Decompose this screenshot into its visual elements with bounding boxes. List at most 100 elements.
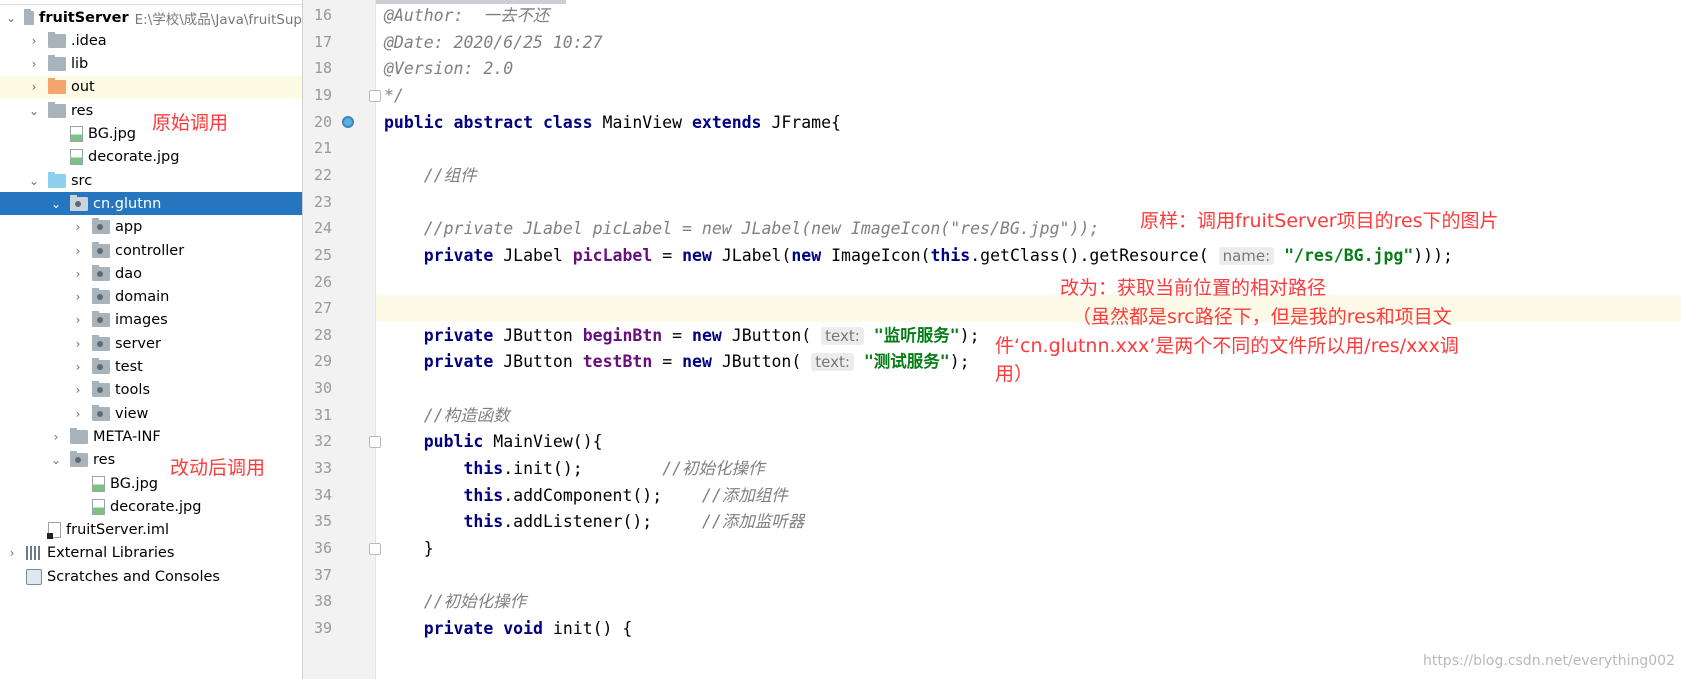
code-line[interactable] <box>376 562 1681 589</box>
code-line[interactable]: public MainView(){ <box>376 428 1681 455</box>
code-line[interactable]: //构造函数 <box>376 402 1681 429</box>
tree-item[interactable]: › out <box>0 75 302 99</box>
keyword: private <box>423 245 504 265</box>
tree-item[interactable]: › images <box>0 309 302 332</box>
folder-icon <box>70 427 88 444</box>
tree-item[interactable]: › tools <box>0 379 302 402</box>
tree-item[interactable]: › External Libraries <box>0 542 302 565</box>
chevron-down-icon[interactable]: ⌄ <box>28 104 40 118</box>
code-token: MainView(){ <box>493 432 603 452</box>
line-number: 22 <box>313 165 333 184</box>
iml-file-icon <box>47 522 61 540</box>
tree-item[interactable]: › controller <box>0 239 302 262</box>
chevron-right-icon[interactable]: › <box>28 80 40 94</box>
tree-item[interactable]: › domain <box>0 286 302 309</box>
code-line[interactable]: public abstract class MainView extends J… <box>376 109 1681 136</box>
code-line[interactable]: //组件 <box>376 162 1681 189</box>
code-line[interactable] <box>376 295 1681 323</box>
library-icon <box>26 546 42 561</box>
line-number: 23 <box>313 192 333 211</box>
code-token: = <box>652 352 683 372</box>
chevron-right-icon[interactable]: › <box>72 244 84 258</box>
code-line[interactable]: private void init() { <box>376 615 1681 642</box>
line-number: 18 <box>313 59 333 78</box>
chevron-right-icon[interactable]: › <box>72 290 84 304</box>
code-token: .addComponent(); <box>503 485 702 505</box>
code-line[interactable]: @Date: 2020/6/25 10:27 <box>376 29 1681 56</box>
annotation-note-line3: 件‘cn.glutnn.xxx’是两个不同的文件所以用/res/xxx调 <box>995 335 1459 357</box>
chevron-right-icon[interactable]: › <box>72 267 84 281</box>
keyword: new <box>682 352 722 372</box>
tree-item[interactable]: › test <box>0 356 302 379</box>
fold-icon[interactable] <box>369 543 381 555</box>
parameter-hint: text: <box>821 326 864 345</box>
code-line[interactable]: //初始化操作 <box>376 588 1681 615</box>
chevron-right-icon[interactable]: › <box>72 313 84 327</box>
tree-item[interactable]: › view <box>0 402 302 425</box>
tree-item[interactable]: ⌄ cn.glutnn <box>0 192 302 216</box>
code-line[interactable] <box>376 269 1681 296</box>
keyword: private void <box>423 618 553 638</box>
code-line[interactable]: private JLabel picLabel = new JLabel(new… <box>376 242 1681 269</box>
chevron-right-icon[interactable]: › <box>28 57 40 71</box>
tree-item[interactable]: fruitServer.iml <box>0 519 302 542</box>
tree-item-label: server <box>115 335 161 352</box>
code-token: JLabel <box>503 245 573 265</box>
folder-orange-icon <box>48 78 66 95</box>
tree-item[interactable]: › .idea <box>0 29 302 52</box>
tree-item-label: tools <box>115 382 151 399</box>
code-line[interactable]: @Author: 一去不还 <box>376 2 1681 29</box>
chevron-right-icon[interactable]: › <box>72 337 84 351</box>
tree-item[interactable]: › app <box>0 216 302 239</box>
tree-item[interactable]: decorate.jpg <box>0 495 302 518</box>
code-line[interactable]: } <box>376 535 1681 562</box>
code-line[interactable]: this.init(); //初始化操作 <box>376 455 1681 482</box>
tree-item[interactable]: ⌄ fruitServer E:\学校\成品\Java\fruitSup <box>0 6 302 29</box>
code-line[interactable]: this.addListener(); //添加监听器 <box>376 508 1681 535</box>
chevron-down-icon[interactable]: ⌄ <box>50 453 62 467</box>
line-number: 29 <box>313 352 333 371</box>
chevron-right-icon[interactable]: › <box>72 383 84 397</box>
fold-icon[interactable] <box>369 89 381 102</box>
code-line[interactable]: this.addComponent(); //添加组件 <box>376 482 1681 509</box>
tree-item[interactable]: ⌄ src <box>0 169 302 192</box>
code-token: init() { <box>552 618 633 638</box>
keyword: new <box>692 325 732 345</box>
code-line[interactable]: */ <box>376 82 1681 109</box>
keyword: extends <box>691 112 772 132</box>
chevron-right-icon[interactable]: › <box>72 407 84 421</box>
chevron-right-icon[interactable]: › <box>50 430 62 444</box>
chevron-down-icon[interactable]: ⌄ <box>6 11 16 25</box>
package-icon <box>92 311 110 328</box>
line-number: 16 <box>313 6 333 24</box>
tree-item[interactable]: ⌄ res <box>0 99 302 122</box>
tree-item[interactable]: decorate.jpg <box>0 146 302 169</box>
tree-item[interactable]: Scratches and Consoles <box>0 565 302 588</box>
line-number: 20 <box>313 112 333 131</box>
chevron-right-icon[interactable]: › <box>6 546 18 560</box>
tree-item[interactable]: › dao <box>0 262 302 285</box>
implemented-icon[interactable] <box>342 115 354 128</box>
keyword: new <box>791 245 832 265</box>
chevron-right-icon[interactable]: › <box>72 220 84 234</box>
fold-icon[interactable] <box>369 436 381 449</box>
chevron-down-icon[interactable]: ⌄ <box>28 174 40 188</box>
line-number: 35 <box>313 512 333 531</box>
chevron-right-icon[interactable]: › <box>72 360 84 374</box>
comment: @Author: 一去不还 <box>384 6 550 25</box>
code-token: JButton <box>503 325 583 345</box>
tree-item[interactable]: BG.jpg <box>0 123 302 146</box>
tree-item[interactable]: › server <box>0 332 302 355</box>
comment: @Version: 2.0 <box>384 59 514 79</box>
code-token: JLabel( <box>721 245 792 265</box>
code-line[interactable]: @Version: 2.0 <box>376 55 1681 82</box>
chevron-right-icon[interactable]: › <box>28 34 40 48</box>
tree-item[interactable]: › lib <box>0 53 302 76</box>
tree-item[interactable]: › META-INF <box>0 425 302 448</box>
code-line[interactable] <box>376 135 1681 162</box>
comment: */ <box>384 85 404 105</box>
chevron-down-icon[interactable]: ⌄ <box>50 197 62 211</box>
